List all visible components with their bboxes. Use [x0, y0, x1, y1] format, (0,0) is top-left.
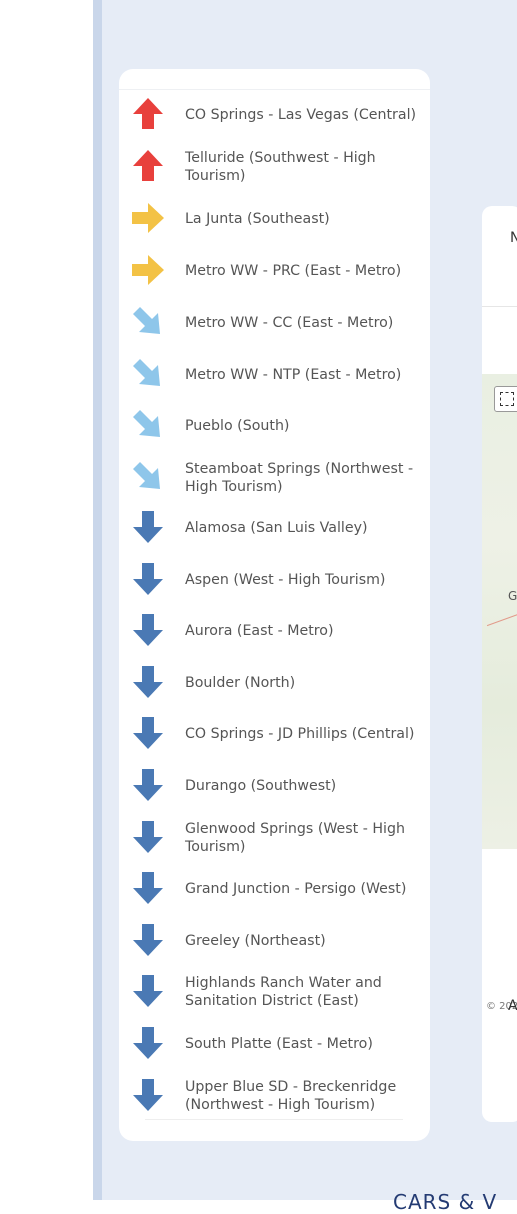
list-item[interactable]: Durango (Southwest)	[119, 760, 430, 812]
list-item[interactable]: Upper Blue SD - Breckenridge (Northwest …	[119, 1070, 430, 1122]
list-item-label: La Junta (Southeast)	[185, 211, 330, 227]
list-item-label: Grand Junction - Persigo (West)	[185, 881, 407, 897]
arrow-down-icon	[130, 612, 166, 648]
arrow-down-right-icon	[130, 356, 166, 392]
arrow-down-icon	[130, 973, 166, 1009]
map-view[interactable]: G © 202	[482, 374, 517, 1012]
arrow-down-icon	[130, 1025, 166, 1061]
list-item[interactable]: CO Springs - JD Phillips (Central)	[119, 708, 430, 760]
list-item[interactable]: La Junta (Southeast)	[119, 193, 430, 245]
list-header	[119, 69, 430, 90]
list-item-label: CO Springs - JD Phillips (Central)	[185, 726, 415, 742]
map-panel-heading: N	[510, 230, 517, 246]
list-footer-divider	[145, 1119, 403, 1120]
list-item-label: Highlands Ranch Water and Sanitation Dis…	[185, 975, 382, 1009]
list-item[interactable]: Metro WW - CC (East - Metro)	[119, 297, 430, 349]
list-item[interactable]: Glenwood Springs (West - High Tourism)	[119, 812, 430, 864]
arrow-right-icon	[130, 252, 166, 288]
arrow-down-icon	[130, 561, 166, 597]
left-margin	[0, 0, 93, 1200]
arrow-down-right-icon	[130, 304, 166, 340]
list-item[interactable]: Alamosa (San Luis Valley)	[119, 502, 430, 554]
list-item-label: Greeley (Northeast)	[185, 933, 326, 949]
map-divider	[482, 306, 517, 307]
arrow-up-icon	[130, 148, 166, 184]
list-item-label: Boulder (North)	[185, 675, 296, 691]
sidebar-edge	[93, 0, 102, 1200]
list-item[interactable]: Highlands Ranch Water and Sanitation Dis…	[119, 966, 430, 1018]
map-card[interactable]: N G © 202 A	[482, 206, 517, 1122]
list-item[interactable]: Aurora (East - Metro)	[119, 605, 430, 657]
facility-trend-list[interactable]: CO Springs - Las Vegas (Central) Tellurid…	[119, 69, 430, 1141]
arrow-down-icon	[130, 922, 166, 958]
arrow-down-icon	[130, 1077, 166, 1113]
select-region-button[interactable]	[494, 386, 517, 412]
arrow-up-icon	[130, 96, 166, 132]
map-road	[486, 612, 517, 627]
list-item[interactable]: Boulder (North)	[119, 657, 430, 709]
list-item[interactable]: Metro WW - NTP (East - Metro)	[119, 349, 430, 401]
list-item[interactable]: Greeley (Northeast)	[119, 915, 430, 967]
list-item-label: Upper Blue SD - Breckenridge (Northwest …	[185, 1079, 397, 1113]
list-item-label: South Platte (East - Metro)	[185, 1036, 373, 1052]
list-item-label: Metro WW - PRC (East - Metro)	[185, 263, 402, 279]
arrow-down-icon	[130, 664, 166, 700]
dashed-select-icon	[500, 392, 514, 406]
list-item-label: Metro WW - NTP (East - Metro)	[185, 367, 402, 383]
list-item-label: Aspen (West - High Tourism)	[185, 572, 386, 588]
list-item-label: Durango (Southwest)	[185, 778, 337, 794]
arrow-down-icon	[130, 715, 166, 751]
arrow-down-icon	[130, 870, 166, 906]
arrow-down-icon	[130, 509, 166, 545]
list-item[interactable]: Grand Junction - Persigo (West)	[119, 863, 430, 915]
arrow-down-icon	[130, 819, 166, 855]
arrow-down-icon	[130, 767, 166, 803]
list-item-label: Alamosa (San Luis Valley)	[185, 520, 368, 536]
list-item[interactable]: Steamboat Springs (Northwest - High Tour…	[119, 452, 430, 504]
arrow-down-right-icon	[130, 459, 166, 495]
list-item-label: Telluride (Southwest - High Tourism)	[185, 150, 376, 184]
arrow-right-icon	[130, 200, 166, 236]
section-heading: CARS & V	[393, 1190, 498, 1214]
map-panel-text: A	[508, 998, 517, 1014]
list-item-label: Aurora (East - Metro)	[185, 623, 334, 639]
list-item[interactable]: Aspen (West - High Tourism)	[119, 554, 430, 606]
arrow-down-right-icon	[130, 407, 166, 443]
map-place-label: G	[508, 589, 517, 603]
list-item[interactable]: Metro WW - PRC (East - Metro)	[119, 245, 430, 297]
list-item-label: Steamboat Springs (Northwest - High Tour…	[185, 461, 414, 495]
list-item[interactable]: Pueblo (South)	[119, 400, 430, 452]
list-item[interactable]: Telluride (Southwest - High Tourism)	[119, 141, 430, 193]
list-item-label: Pueblo (South)	[185, 418, 290, 434]
list-item[interactable]: South Platte (East - Metro)	[119, 1018, 430, 1070]
list-item-label: Glenwood Springs (West - High Tourism)	[185, 821, 405, 855]
list-item-label: Metro WW - CC (East - Metro)	[185, 315, 394, 331]
list-item-label: CO Springs - Las Vegas (Central)	[185, 107, 417, 123]
list-item[interactable]: CO Springs - Las Vegas (Central)	[119, 89, 430, 141]
